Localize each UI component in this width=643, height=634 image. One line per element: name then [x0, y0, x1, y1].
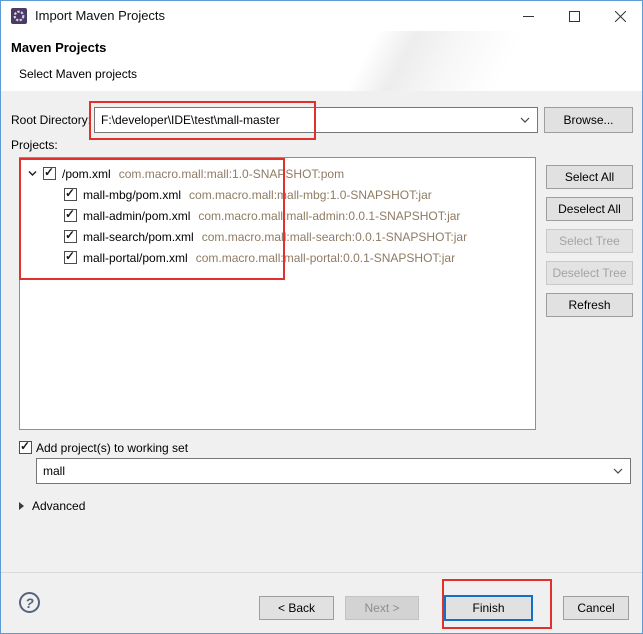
tree-row-mall-search[interactable]: mall-search/pom.xml com.macro.mall:mall-… — [20, 226, 535, 247]
tree-row-pom[interactable]: /pom.xml com.macro.mall:mall:1.0-SNAPSHO… — [20, 163, 535, 184]
chevron-down-icon[interactable] — [520, 117, 530, 123]
chevron-down-icon[interactable] — [613, 468, 623, 474]
help-button[interactable]: ? — [19, 592, 40, 613]
projects-label: Projects: — [11, 138, 58, 152]
tree-row-mall-admin[interactable]: mall-admin/pom.xml com.macro.mall:mall-a… — [20, 205, 535, 226]
tree-row-mall-portal[interactable]: mall-portal/pom.xml com.macro.mall:mall-… — [20, 247, 535, 268]
wizard-header: Maven Projects Select Maven projects — [1, 31, 642, 91]
tree-item-coordinate: com.macro.mall:mall-portal:0.0.1-SNAPSHO… — [196, 251, 455, 265]
triangle-right-icon — [19, 502, 24, 510]
cancel-button[interactable]: Cancel — [563, 596, 629, 620]
tree-row-mall-mbg[interactable]: mall-mbg/pom.xml com.macro.mall:mall-mbg… — [20, 184, 535, 205]
tree-item-coordinate: com.macro.mall:mall-search:0.0.1-SNAPSHO… — [202, 230, 467, 244]
close-button[interactable] — [598, 1, 642, 31]
finish-button[interactable]: Finish — [444, 595, 533, 621]
title-bar: Import Maven Projects — [1, 1, 642, 31]
working-set-value: mall — [43, 459, 65, 483]
tree-item-label: mall-search/pom.xml — [83, 230, 194, 244]
next-button: Next > — [345, 596, 419, 620]
tree-item-coordinate: com.macro.mall:mall:1.0-SNAPSHOT:pom — [119, 167, 344, 181]
advanced-section[interactable]: Advanced — [19, 499, 85, 513]
working-set-combo[interactable]: mall — [36, 458, 631, 484]
chevron-down-icon[interactable] — [27, 168, 39, 180]
maven-app-icon — [11, 8, 27, 24]
checkbox-checked[interactable] — [43, 167, 56, 180]
checkbox-checked[interactable] — [64, 209, 77, 222]
root-directory-value: F:\developer\IDE\test\mall-master — [101, 108, 280, 132]
tree-item-label: mall-mbg/pom.xml — [83, 188, 181, 202]
checkbox-checked[interactable] — [64, 230, 77, 243]
checkbox-checked[interactable] — [64, 188, 77, 201]
tree-item-label: mall-admin/pom.xml — [83, 209, 190, 223]
browse-button[interactable]: Browse... — [544, 107, 633, 133]
tree-item-coordinate: com.macro.mall:mall-mbg:1.0-SNAPSHOT:jar — [189, 188, 432, 202]
deselect-all-button[interactable]: Deselect All — [546, 197, 633, 221]
page-title: Maven Projects — [11, 40, 106, 55]
page-subtitle: Select Maven projects — [19, 67, 137, 81]
import-maven-projects-dialog: Import Maven Projects Maven Projects Sel… — [0, 0, 643, 634]
back-button[interactable]: < Back — [259, 596, 334, 620]
tree-item-coordinate: com.macro.mall:mall-admin:0.0.1-SNAPSHOT… — [198, 209, 460, 223]
button-bar: ? < Back Next > Finish Cancel — [1, 572, 642, 634]
window-title: Import Maven Projects — [35, 1, 165, 31]
refresh-button[interactable]: Refresh — [546, 293, 633, 317]
advanced-label: Advanced — [32, 499, 85, 513]
tree-item-label: /pom.xml — [62, 167, 111, 181]
maximize-button[interactable] — [552, 1, 596, 31]
checkbox-checked[interactable] — [64, 251, 77, 264]
minimize-button[interactable] — [506, 1, 550, 31]
deselect-tree-button: Deselect Tree — [546, 261, 633, 285]
tree-item-label: mall-portal/pom.xml — [83, 251, 188, 265]
select-all-button[interactable]: Select All — [546, 165, 633, 189]
root-directory-label: Root Directory: — [11, 113, 91, 127]
working-set-checkbox[interactable] — [19, 441, 32, 454]
root-directory-combo[interactable]: F:\developer\IDE\test\mall-master — [94, 107, 538, 133]
working-set-label: Add project(s) to working set — [36, 441, 188, 455]
projects-tree[interactable]: /pom.xml com.macro.mall:mall:1.0-SNAPSHO… — [19, 157, 536, 430]
select-tree-button: Select Tree — [546, 229, 633, 253]
